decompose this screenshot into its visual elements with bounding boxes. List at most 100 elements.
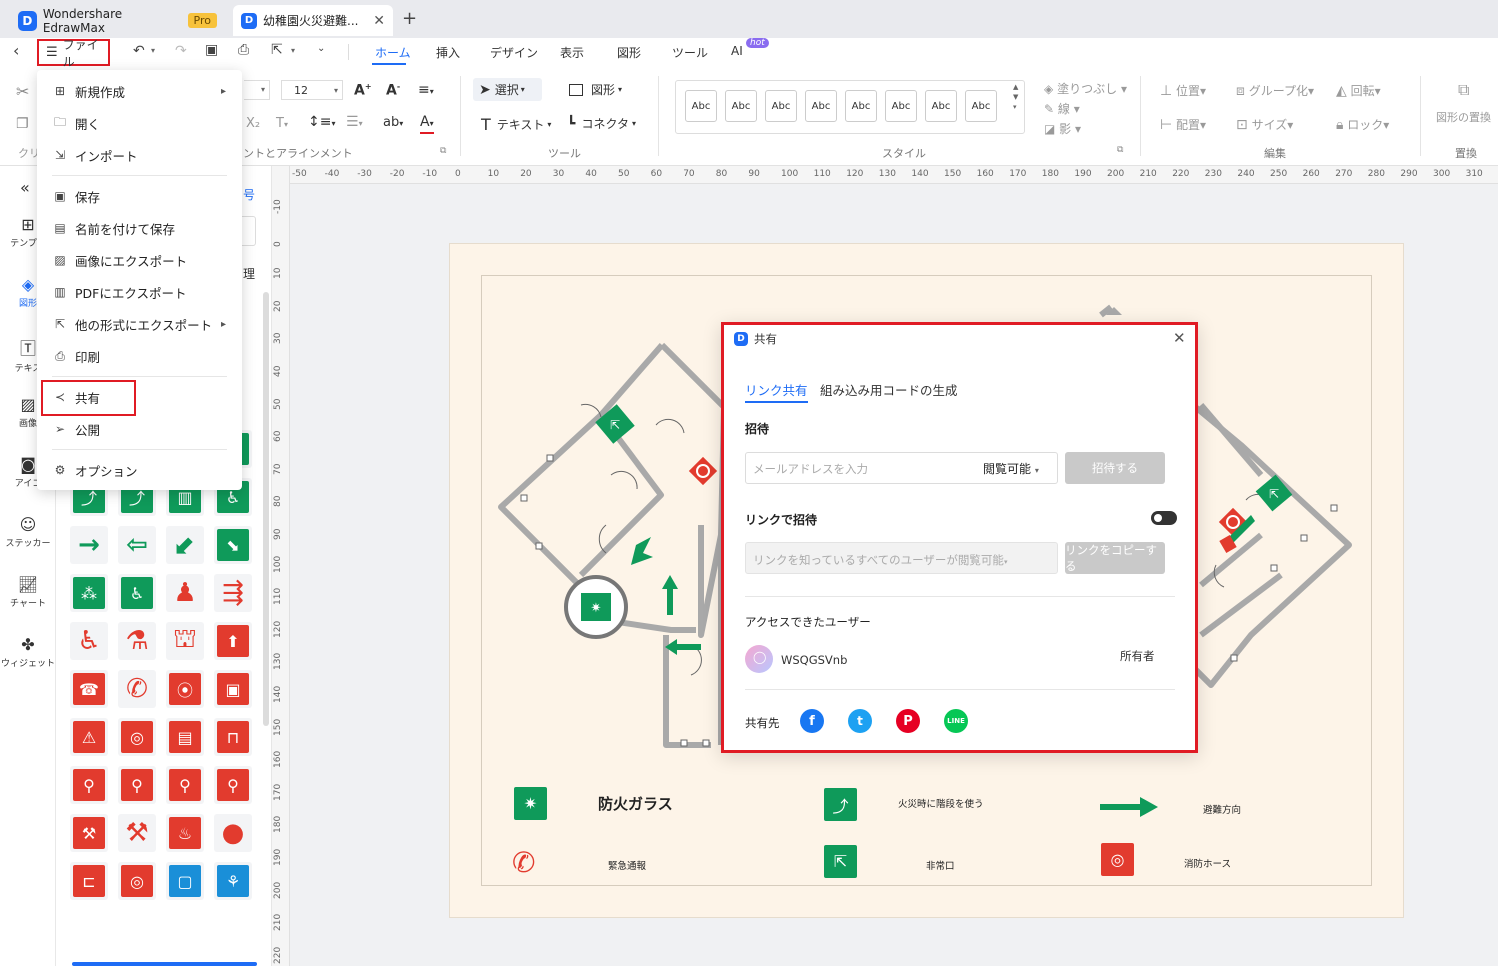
library-symbol[interactable]: ⚲ xyxy=(214,766,252,804)
permission-select[interactable]: 閲覧可能 ▾ xyxy=(983,460,1039,477)
close-icon[interactable]: ✕ xyxy=(1173,329,1186,347)
library-symbol[interactable]: ⚘ xyxy=(214,862,252,900)
panel-search-edge[interactable] xyxy=(240,216,256,246)
file-menu-open[interactable]: 🗀 開く xyxy=(37,107,242,139)
library-symbol[interactable]: ⇦ xyxy=(118,526,156,564)
tab-embed-code[interactable]: 組み込み用コードの生成 xyxy=(820,380,958,399)
sidebar-item-stickers[interactable]: ☺ ステッカー xyxy=(0,515,56,549)
decrease-font-icon[interactable]: A- xyxy=(386,82,400,99)
file-menu-button[interactable]: ☰ ファイル xyxy=(37,38,110,69)
arrange-button[interactable]: ⊢ 配置▾ xyxy=(1160,116,1206,133)
line-icon[interactable]: LINE xyxy=(944,709,968,733)
menu-design[interactable]: デザイン xyxy=(490,44,538,61)
app-tab[interactable]: D Wondershare EdrawMax Pro xyxy=(10,5,225,36)
menu-shape[interactable]: 図形 xyxy=(617,44,641,61)
style-swatch[interactable]: Abc xyxy=(685,90,717,122)
style-swatch[interactable]: Abc xyxy=(725,90,757,122)
menu-insert[interactable]: 挿入 xyxy=(436,44,460,61)
menu-ai[interactable]: AI xyxy=(731,44,743,58)
gallery-scroll-icon[interactable]: ▲ ▼ ▾ xyxy=(1013,82,1018,112)
text-case-icon[interactable]: T▾ xyxy=(276,116,288,131)
file-menu-options[interactable]: ⚙ オプション xyxy=(37,454,242,486)
line-spacing-icon[interactable]: ↕≡▾ xyxy=(308,114,335,130)
library-symbol[interactable]: ⛫ xyxy=(166,622,204,660)
expand-icon[interactable]: ⧉ xyxy=(1117,145,1123,155)
library-symbol[interactable]: ⇶ xyxy=(214,574,252,612)
library-symbol[interactable]: ● xyxy=(214,814,252,852)
pinterest-icon[interactable]: P xyxy=(896,709,920,733)
library-symbol[interactable]: ⚲ xyxy=(70,766,108,804)
library-symbol[interactable]: ▢ xyxy=(166,862,204,900)
position-button[interactable]: ⊥ 位置▾ xyxy=(1160,82,1206,99)
facebook-icon[interactable]: f xyxy=(800,709,824,733)
file-menu-export-other[interactable]: ⇱ 他の形式にエクスポート ▸ xyxy=(37,308,242,340)
export-icon[interactable]: ⇱ xyxy=(271,42,283,58)
file-menu-export-pdf[interactable]: ▥ PDFにエクスポート xyxy=(37,276,242,308)
style-swatch[interactable]: Abc xyxy=(885,90,917,122)
library-symbol[interactable]: ♿ xyxy=(118,574,156,612)
expand-icon[interactable]: ⧉ xyxy=(440,146,446,156)
library-symbol[interactable]: ✆ xyxy=(118,670,156,708)
menu-tools[interactable]: ツール xyxy=(672,44,708,61)
select-tool-button[interactable]: ➤ 選択 ▾ xyxy=(473,78,542,101)
library-symbol[interactable]: ⊏ xyxy=(70,862,108,900)
file-menu-save[interactable]: ▣ 保存 xyxy=(37,180,242,212)
connector-tool-button[interactable]: ┗ コネクタ ▾ xyxy=(567,115,636,132)
library-symbol[interactable]: ⁂ xyxy=(70,574,108,612)
replace-shape-label[interactable]: 図形の置換 xyxy=(1436,109,1491,125)
tab-link-share[interactable]: リンク共有 xyxy=(745,380,808,403)
library-symbol[interactable]: ♨ xyxy=(166,814,204,852)
sidebar-item-charts[interactable]: 📈︎ チャート xyxy=(0,575,56,609)
lock-button[interactable]: 🔒︎ ロック▾ xyxy=(1336,116,1389,133)
subscript-icon[interactable]: X₂ xyxy=(246,116,260,131)
copy-link-button[interactable]: リンクをコピーする xyxy=(1065,542,1165,574)
library-symbol[interactable]: ♟ xyxy=(166,574,204,612)
export-dropdown-icon[interactable]: ▾ xyxy=(291,46,295,55)
file-menu-import[interactable]: ⇲ インポート xyxy=(37,139,242,171)
shadow-button[interactable]: ◪ 影 ▾ xyxy=(1044,120,1081,137)
library-symbol[interactable]: ⚗ xyxy=(118,622,156,660)
library-symbol[interactable]: ▤ xyxy=(166,718,204,756)
size-button[interactable]: ⊡ サイズ▾ xyxy=(1236,116,1293,133)
line-button[interactable]: ✎ 線 ▾ xyxy=(1044,100,1080,117)
style-swatch[interactable]: Abc xyxy=(845,90,877,122)
font-color-icon[interactable]: A▾ xyxy=(420,114,434,134)
undo-icon[interactable]: ↶ xyxy=(133,43,145,59)
library-symbol[interactable]: ◎ xyxy=(118,718,156,756)
library-symbol[interactable]: ⚲ xyxy=(166,766,204,804)
file-menu-publish[interactable]: ➢ 公開 xyxy=(37,413,242,445)
link-invite-toggle[interactable] xyxy=(1151,511,1177,525)
library-symbol[interactable]: ⚒ xyxy=(70,814,108,852)
panel-scrollbar[interactable] xyxy=(263,292,269,726)
style-swatch[interactable]: Abc xyxy=(765,90,797,122)
list-icon[interactable]: ☰▾ xyxy=(346,114,363,130)
library-symbol[interactable]: ⬋ xyxy=(166,526,204,564)
library-symbol[interactable]: ☎ xyxy=(70,670,108,708)
group-button[interactable]: ⧈ グループ化▾ xyxy=(1236,82,1314,99)
back-icon[interactable]: ‹ xyxy=(13,41,19,60)
font-size-dropdown[interactable]: 12 ▾ xyxy=(281,80,343,100)
invite-button[interactable]: 招待する xyxy=(1065,452,1165,484)
new-tab-icon[interactable]: + xyxy=(402,8,417,29)
font-family-dropdown[interactable]: ▾ xyxy=(244,80,270,100)
library-symbol[interactable]: ⦿ xyxy=(166,670,204,708)
more-icon[interactable]: ⌄ xyxy=(317,43,325,54)
twitter-icon[interactable]: t xyxy=(848,709,872,733)
document-tab[interactable]: D 幼稚園火災避難... ✕ xyxy=(233,5,393,36)
save-icon[interactable]: ▣ xyxy=(205,42,218,58)
shape-tool-button[interactable]: 図形 ▾ xyxy=(569,81,622,98)
cut-icon[interactable]: ✂ xyxy=(16,82,29,101)
redo-icon[interactable]: ↷ xyxy=(175,43,187,59)
replace-shape-icon[interactable]: ⧉ xyxy=(1458,80,1469,100)
library-symbol[interactable]: ⚲ xyxy=(118,766,156,804)
menu-view[interactable]: 表示 xyxy=(560,44,584,61)
library-symbol[interactable]: ⚠ xyxy=(70,718,108,756)
collapse-sidebar-icon[interactable]: « xyxy=(20,178,30,197)
file-menu-export-image[interactable]: ▨ 画像にエクスポート xyxy=(37,244,242,276)
panel-partial-link[interactable]: 号 xyxy=(243,186,255,203)
increase-font-icon[interactable]: A+ xyxy=(354,82,372,99)
menu-home[interactable]: ホーム xyxy=(375,44,411,61)
text-tool-button[interactable]: T テキスト ▾ xyxy=(481,115,551,134)
print-icon[interactable]: ⎙ xyxy=(238,42,249,58)
library-symbol[interactable]: ⚒ xyxy=(118,814,156,852)
